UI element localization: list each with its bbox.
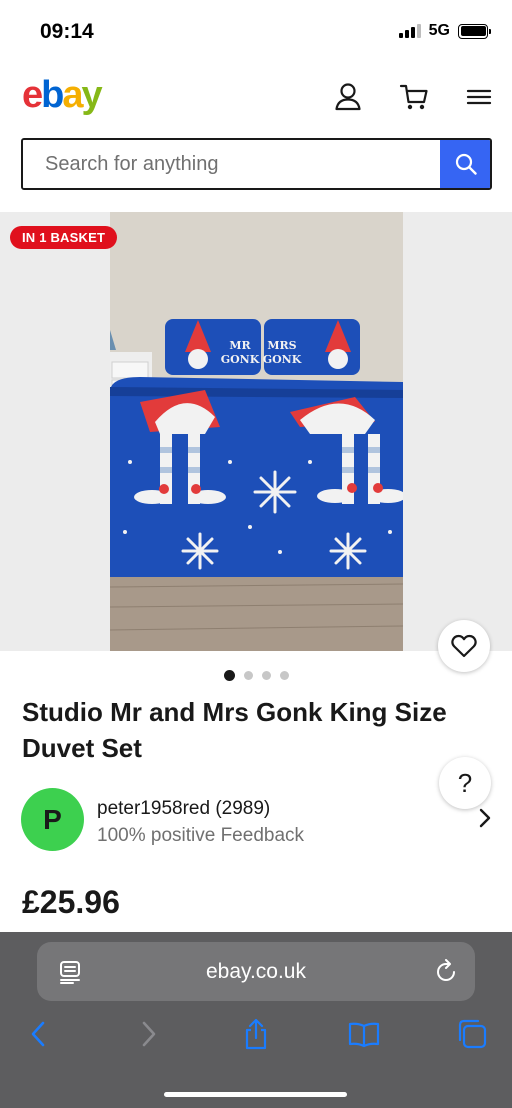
in-basket-badge: IN 1 BASKET: [10, 226, 118, 249]
tabs-icon: [458, 1019, 487, 1049]
product-image[interactable]: MR GONK MRS GONK: [110, 212, 403, 651]
seller-name: peter1958red (2989): [97, 798, 271, 819]
account-icon[interactable]: [333, 82, 363, 112]
share-icon: [245, 1018, 267, 1050]
pillow-text-mrs: MRS: [267, 339, 296, 352]
address-bar[interactable]: ebay.co.uk: [37, 942, 475, 1001]
watch-button[interactable]: [438, 620, 490, 672]
gallery-dot-4[interactable]: [279, 671, 289, 680]
listing-price: £25.96: [22, 884, 120, 920]
reload-icon[interactable]: [435, 959, 457, 983]
status-bar: 09:14 5G: [0, 0, 512, 64]
chevron-right-icon: [479, 808, 491, 828]
seller-info[interactable]: P peter1958red (2989) 100% positive Feed…: [21, 788, 492, 852]
tabs-button[interactable]: [454, 1018, 490, 1050]
forward-button[interactable]: [131, 1018, 167, 1050]
ebay-logo[interactable]: ebay: [22, 74, 103, 117]
bookmarks-icon: [348, 1022, 380, 1048]
status-time: 09:14: [40, 20, 94, 43]
search-button[interactable]: [440, 140, 490, 188]
menu-icon[interactable]: [465, 82, 495, 112]
status-indicators: 5G: [398, 22, 491, 40]
battery-icon: [458, 23, 491, 39]
image-gallery[interactable]: MR GONK MRS GONK IN 1 BASKET: [0, 212, 512, 651]
back-icon: [31, 1021, 45, 1047]
browser-toolbar: ebay.co.uk: [0, 932, 512, 1108]
bookmarks-button[interactable]: [346, 1018, 382, 1050]
forward-icon: [142, 1021, 156, 1047]
gallery-dot-2[interactable]: [243, 671, 253, 680]
cart-icon[interactable]: [399, 82, 429, 112]
pillow-text-gonk-right: GONK: [263, 353, 302, 366]
search-input[interactable]: [23, 140, 440, 188]
gallery-pagination: [0, 670, 512, 681]
network-label: 5G: [428, 22, 450, 39]
pillow-text-gonk-left: GONK: [221, 353, 260, 366]
seller-avatar: P: [21, 788, 84, 851]
share-button[interactable]: [238, 1018, 274, 1050]
seller-feedback: 100% positive Feedback: [97, 825, 305, 846]
browser-nav-row: [0, 1018, 512, 1050]
pillow-text-mr: MR: [229, 339, 251, 352]
back-button[interactable]: [20, 1018, 56, 1050]
heart-icon: [451, 634, 477, 658]
listing-title: Studio Mr and Mrs Gonk King Size Duvet S…: [22, 697, 447, 763]
home-indicator[interactable]: [164, 1092, 347, 1097]
gallery-dot-3[interactable]: [261, 671, 271, 680]
url-text: ebay.co.uk: [205, 960, 306, 983]
site-header: ebay: [0, 64, 512, 126]
search-icon: [455, 153, 477, 175]
signal-icon: [398, 24, 421, 38]
gallery-dot-1[interactable]: [223, 670, 235, 681]
search-bar: [21, 138, 492, 190]
